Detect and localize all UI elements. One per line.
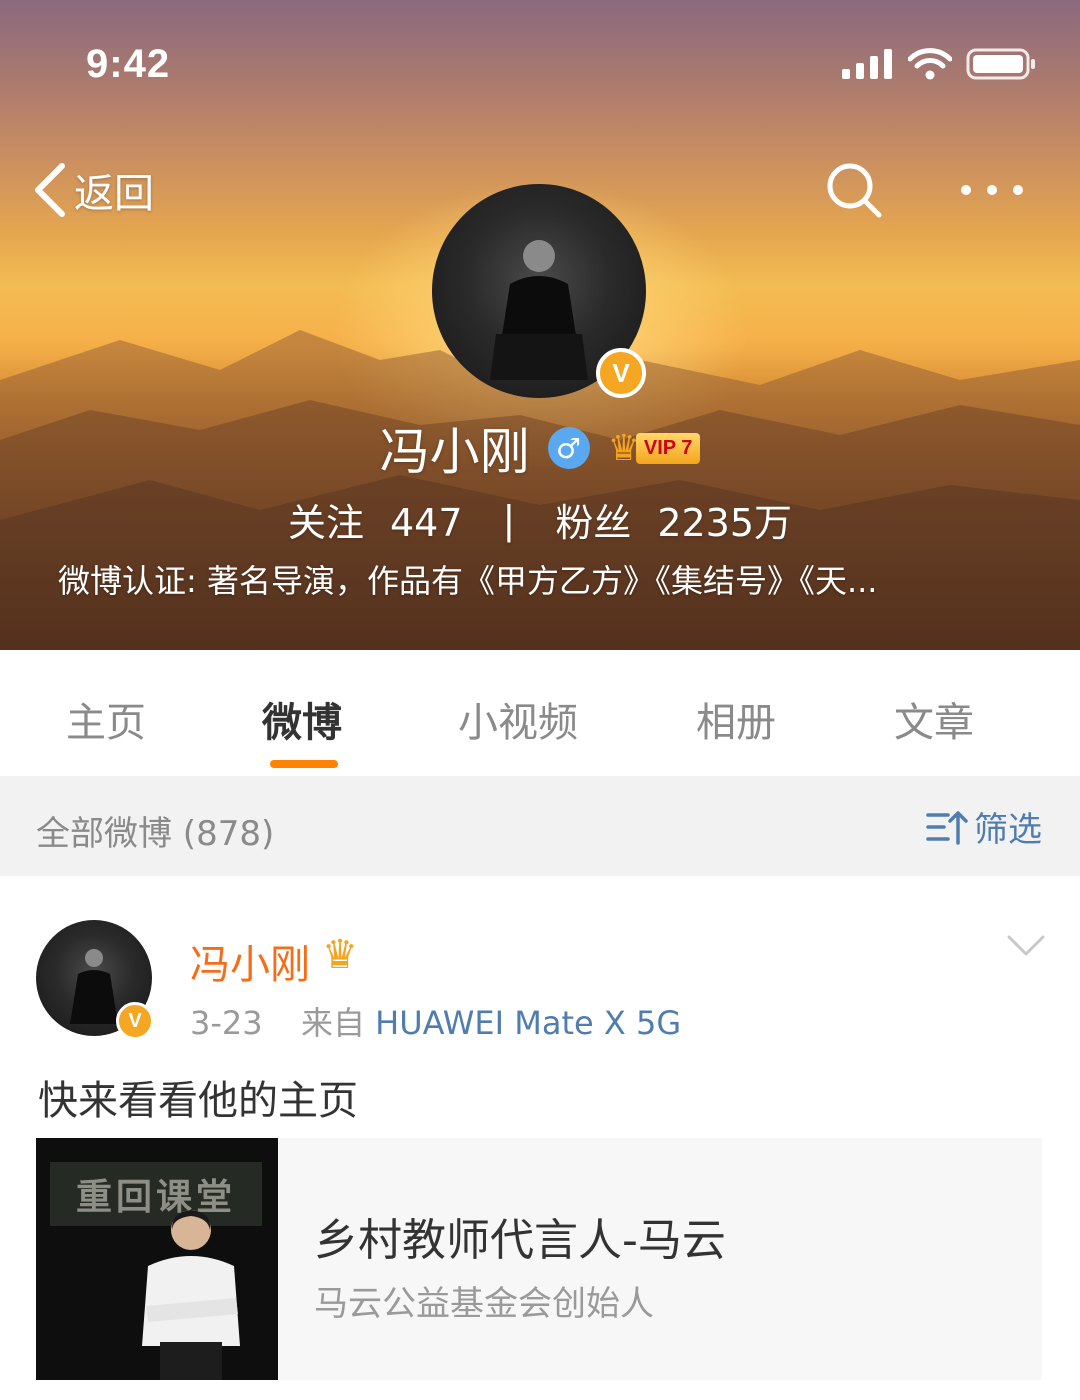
vip-badge[interactable]: ♛ VIP 7 [608,428,701,469]
post-options-button[interactable] [1006,934,1046,962]
tab-home[interactable]: 主页 [66,690,146,748]
vip-level: VIP 7 [635,432,701,464]
crown-icon: ♛ [322,932,358,978]
back-label: 返回 [74,171,154,217]
thumbnail-person [142,1210,240,1380]
filter-label: 筛选 [974,810,1042,850]
filter-icon [926,810,968,845]
tab-weibo[interactable]: 微博 [262,690,342,748]
card-subtitle: 马云公益基金会创始人 [314,1284,654,1324]
post-date: 3-23 [190,1004,263,1042]
status-icons [842,48,1036,80]
active-tab-indicator [270,760,338,768]
battery-icon [966,48,1035,80]
post-device[interactable]: HUAWEI Mate X 5G [375,1004,681,1042]
more-icon [961,185,1023,195]
post-source-prefix: 来自 [300,1004,365,1042]
weibo-post: V 冯小刚 ♛ 3-23 来自 HUAWEI Mate X 5G 快来看看他的主… [0,876,1080,1400]
following-count: 447 [389,501,463,545]
verification-text[interactable]: 微博认证: 著名导演，作品有《甲方乙方》《集结号》《天... [58,556,877,602]
followers-label: 粉丝 [555,501,632,545]
more-button[interactable] [958,172,1026,212]
signal-icon [842,49,892,79]
profile-stats: 关注 447 | 粉丝 2235万 [0,492,1080,547]
back-button[interactable]: 返回 [30,160,154,220]
followers-stat[interactable]: 粉丝 2235万 [555,492,792,547]
card-thumbnail: 重回课堂 [36,1138,278,1380]
filter-bar: 全部微博 (878) 筛选 [0,776,1080,876]
followers-count: 2235万 [657,501,793,545]
following-label: 关注 [287,501,364,545]
gender-male-icon: ♂ [547,427,590,469]
tab-articles[interactable]: 文章 [894,690,974,748]
filter-button[interactable]: 筛选 [926,802,1042,851]
link-card[interactable]: 重回课堂 乡村教师代言人-马云 马云公益基金会创始人 [36,1138,1042,1380]
stats-separator: | [502,497,516,542]
chevron-down-icon [1007,935,1045,956]
profile-name: 冯小刚 [379,423,530,481]
search-button[interactable] [824,160,884,224]
verified-badge: V [596,348,646,398]
tab-short-video[interactable]: 小视频 [458,690,578,748]
post-meta: 3-23 来自 HUAWEI Mate X 5G [190,998,681,1044]
status-time: 9:42 [86,42,171,86]
tab-album[interactable]: 相册 [696,690,776,748]
post-count: 全部微博 (878) [36,814,275,854]
post-author-name[interactable]: 冯小刚 [190,932,310,990]
post-verified-badge: V [116,1002,154,1040]
back-chevron-icon [35,163,65,217]
profile-tabs: 主页 微博 小视频 相册 文章 [0,650,1080,776]
following-stat[interactable]: 关注 447 [288,492,463,547]
wifi-icon [908,48,952,80]
card-title: 乡村教师代言人-马云 [314,1215,726,1266]
post-text: 快来看看他的主页 [38,1078,358,1124]
profile-name-row: 冯小刚 ♂ ♛ VIP 7 [0,412,1080,484]
search-icon [827,163,882,218]
